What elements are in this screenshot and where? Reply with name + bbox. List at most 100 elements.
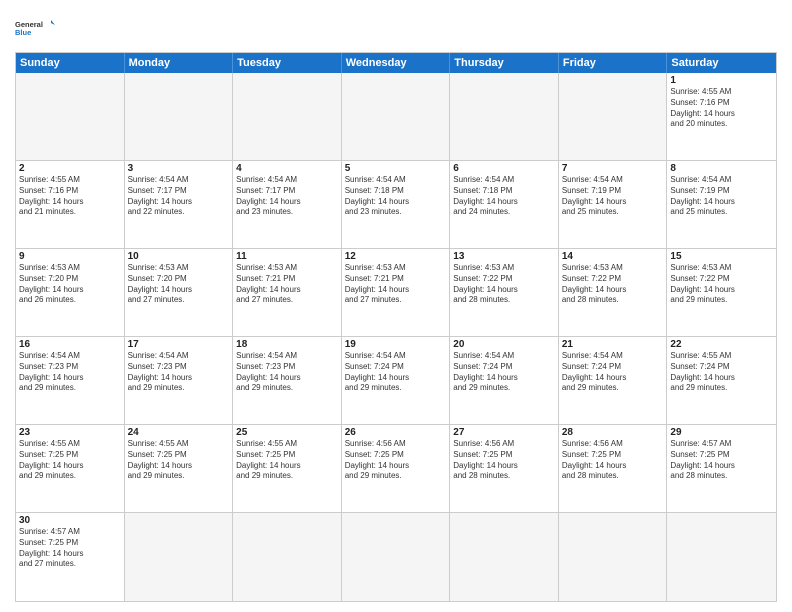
- day-number: 28: [562, 427, 664, 438]
- day-cell-23: 23Sunrise: 4:55 AMSunset: 7:25 PMDayligh…: [16, 425, 125, 513]
- cell-info: Sunrise: 4:56 AMSunset: 7:25 PMDaylight:…: [345, 439, 447, 482]
- cell-info: Sunrise: 4:54 AMSunset: 7:24 PMDaylight:…: [345, 351, 447, 394]
- day-cell-27: 27Sunrise: 4:56 AMSunset: 7:25 PMDayligh…: [450, 425, 559, 513]
- cell-info: Sunrise: 4:54 AMSunset: 7:19 PMDaylight:…: [562, 175, 664, 218]
- day-number: 19: [345, 339, 447, 350]
- day-cell-10: 10Sunrise: 4:53 AMSunset: 7:20 PMDayligh…: [125, 249, 234, 337]
- cell-info: Sunrise: 4:55 AMSunset: 7:25 PMDaylight:…: [128, 439, 230, 482]
- svg-text:Blue: Blue: [15, 28, 31, 37]
- day-number: 23: [19, 427, 121, 438]
- cell-info: Sunrise: 4:53 AMSunset: 7:21 PMDaylight:…: [236, 263, 338, 306]
- day-cell-24: 24Sunrise: 4:55 AMSunset: 7:25 PMDayligh…: [125, 425, 234, 513]
- day-number: 13: [453, 251, 555, 262]
- calendar-grid: 1Sunrise: 4:55 AMSunset: 7:16 PMDaylight…: [16, 73, 776, 601]
- cell-info: Sunrise: 4:54 AMSunset: 7:17 PMDaylight:…: [236, 175, 338, 218]
- empty-cell: [667, 513, 776, 601]
- cell-info: Sunrise: 4:53 AMSunset: 7:22 PMDaylight:…: [670, 263, 773, 306]
- day-header-saturday: Saturday: [667, 53, 776, 73]
- cell-info: Sunrise: 4:56 AMSunset: 7:25 PMDaylight:…: [453, 439, 555, 482]
- calendar: SundayMondayTuesdayWednesdayThursdayFrid…: [15, 52, 777, 602]
- cell-info: Sunrise: 4:53 AMSunset: 7:20 PMDaylight:…: [128, 263, 230, 306]
- cell-info: Sunrise: 4:54 AMSunset: 7:19 PMDaylight:…: [670, 175, 773, 218]
- day-number: 8: [670, 163, 773, 174]
- day-number: 4: [236, 163, 338, 174]
- day-cell-6: 6Sunrise: 4:54 AMSunset: 7:18 PMDaylight…: [450, 161, 559, 249]
- day-number: 12: [345, 251, 447, 262]
- cell-info: Sunrise: 4:53 AMSunset: 7:22 PMDaylight:…: [453, 263, 555, 306]
- empty-cell: [450, 73, 559, 161]
- day-number: 30: [19, 515, 121, 526]
- cell-info: Sunrise: 4:55 AMSunset: 7:16 PMDaylight:…: [670, 87, 773, 130]
- day-number: 10: [128, 251, 230, 262]
- day-cell-13: 13Sunrise: 4:53 AMSunset: 7:22 PMDayligh…: [450, 249, 559, 337]
- day-number: 1: [670, 75, 773, 86]
- day-cell-15: 15Sunrise: 4:53 AMSunset: 7:22 PMDayligh…: [667, 249, 776, 337]
- day-number: 25: [236, 427, 338, 438]
- day-cell-14: 14Sunrise: 4:53 AMSunset: 7:22 PMDayligh…: [559, 249, 668, 337]
- cell-info: Sunrise: 4:56 AMSunset: 7:25 PMDaylight:…: [562, 439, 664, 482]
- day-number: 11: [236, 251, 338, 262]
- day-number: 14: [562, 251, 664, 262]
- day-number: 5: [345, 163, 447, 174]
- day-number: 2: [19, 163, 121, 174]
- day-number: 15: [670, 251, 773, 262]
- day-header-friday: Friday: [559, 53, 668, 73]
- day-header-thursday: Thursday: [450, 53, 559, 73]
- empty-cell: [125, 513, 234, 601]
- day-header-monday: Monday: [125, 53, 234, 73]
- cell-info: Sunrise: 4:54 AMSunset: 7:24 PMDaylight:…: [562, 351, 664, 394]
- cell-info: Sunrise: 4:57 AMSunset: 7:25 PMDaylight:…: [670, 439, 773, 482]
- day-number: 24: [128, 427, 230, 438]
- page: General Blue SundayMondayTuesdayWednesda…: [0, 0, 792, 612]
- day-cell-4: 4Sunrise: 4:54 AMSunset: 7:17 PMDaylight…: [233, 161, 342, 249]
- day-number: 16: [19, 339, 121, 350]
- day-number: 6: [453, 163, 555, 174]
- cell-info: Sunrise: 4:55 AMSunset: 7:25 PMDaylight:…: [19, 439, 121, 482]
- day-header-tuesday: Tuesday: [233, 53, 342, 73]
- empty-cell: [16, 73, 125, 161]
- empty-cell: [342, 513, 451, 601]
- logo-svg: General Blue: [15, 10, 55, 46]
- empty-cell: [125, 73, 234, 161]
- day-cell-30: 30Sunrise: 4:57 AMSunset: 7:25 PMDayligh…: [16, 513, 125, 601]
- logo: General Blue: [15, 10, 55, 46]
- day-number: 21: [562, 339, 664, 350]
- cell-info: Sunrise: 4:53 AMSunset: 7:20 PMDaylight:…: [19, 263, 121, 306]
- day-cell-5: 5Sunrise: 4:54 AMSunset: 7:18 PMDaylight…: [342, 161, 451, 249]
- day-cell-26: 26Sunrise: 4:56 AMSunset: 7:25 PMDayligh…: [342, 425, 451, 513]
- day-cell-21: 21Sunrise: 4:54 AMSunset: 7:24 PMDayligh…: [559, 337, 668, 425]
- day-number: 29: [670, 427, 773, 438]
- day-cell-9: 9Sunrise: 4:53 AMSunset: 7:20 PMDaylight…: [16, 249, 125, 337]
- empty-cell: [559, 513, 668, 601]
- day-cell-2: 2Sunrise: 4:55 AMSunset: 7:16 PMDaylight…: [16, 161, 125, 249]
- day-cell-19: 19Sunrise: 4:54 AMSunset: 7:24 PMDayligh…: [342, 337, 451, 425]
- day-cell-17: 17Sunrise: 4:54 AMSunset: 7:23 PMDayligh…: [125, 337, 234, 425]
- day-cell-16: 16Sunrise: 4:54 AMSunset: 7:23 PMDayligh…: [16, 337, 125, 425]
- empty-cell: [233, 73, 342, 161]
- day-cell-1: 1Sunrise: 4:55 AMSunset: 7:16 PMDaylight…: [667, 73, 776, 161]
- day-number: 22: [670, 339, 773, 350]
- day-number: 26: [345, 427, 447, 438]
- cell-info: Sunrise: 4:55 AMSunset: 7:25 PMDaylight:…: [236, 439, 338, 482]
- cell-info: Sunrise: 4:54 AMSunset: 7:23 PMDaylight:…: [19, 351, 121, 394]
- day-cell-20: 20Sunrise: 4:54 AMSunset: 7:24 PMDayligh…: [450, 337, 559, 425]
- cell-info: Sunrise: 4:54 AMSunset: 7:17 PMDaylight:…: [128, 175, 230, 218]
- day-cell-7: 7Sunrise: 4:54 AMSunset: 7:19 PMDaylight…: [559, 161, 668, 249]
- day-number: 27: [453, 427, 555, 438]
- day-number: 18: [236, 339, 338, 350]
- cell-info: Sunrise: 4:54 AMSunset: 7:23 PMDaylight:…: [236, 351, 338, 394]
- day-cell-18: 18Sunrise: 4:54 AMSunset: 7:23 PMDayligh…: [233, 337, 342, 425]
- day-headers: SundayMondayTuesdayWednesdayThursdayFrid…: [16, 53, 776, 73]
- day-header-wednesday: Wednesday: [342, 53, 451, 73]
- day-cell-25: 25Sunrise: 4:55 AMSunset: 7:25 PMDayligh…: [233, 425, 342, 513]
- cell-info: Sunrise: 4:55 AMSunset: 7:16 PMDaylight:…: [19, 175, 121, 218]
- empty-cell: [559, 73, 668, 161]
- cell-info: Sunrise: 4:54 AMSunset: 7:24 PMDaylight:…: [453, 351, 555, 394]
- day-cell-22: 22Sunrise: 4:55 AMSunset: 7:24 PMDayligh…: [667, 337, 776, 425]
- day-cell-11: 11Sunrise: 4:53 AMSunset: 7:21 PMDayligh…: [233, 249, 342, 337]
- cell-info: Sunrise: 4:57 AMSunset: 7:25 PMDaylight:…: [19, 527, 121, 570]
- cell-info: Sunrise: 4:53 AMSunset: 7:22 PMDaylight:…: [562, 263, 664, 306]
- cell-info: Sunrise: 4:54 AMSunset: 7:23 PMDaylight:…: [128, 351, 230, 394]
- day-header-sunday: Sunday: [16, 53, 125, 73]
- day-number: 20: [453, 339, 555, 350]
